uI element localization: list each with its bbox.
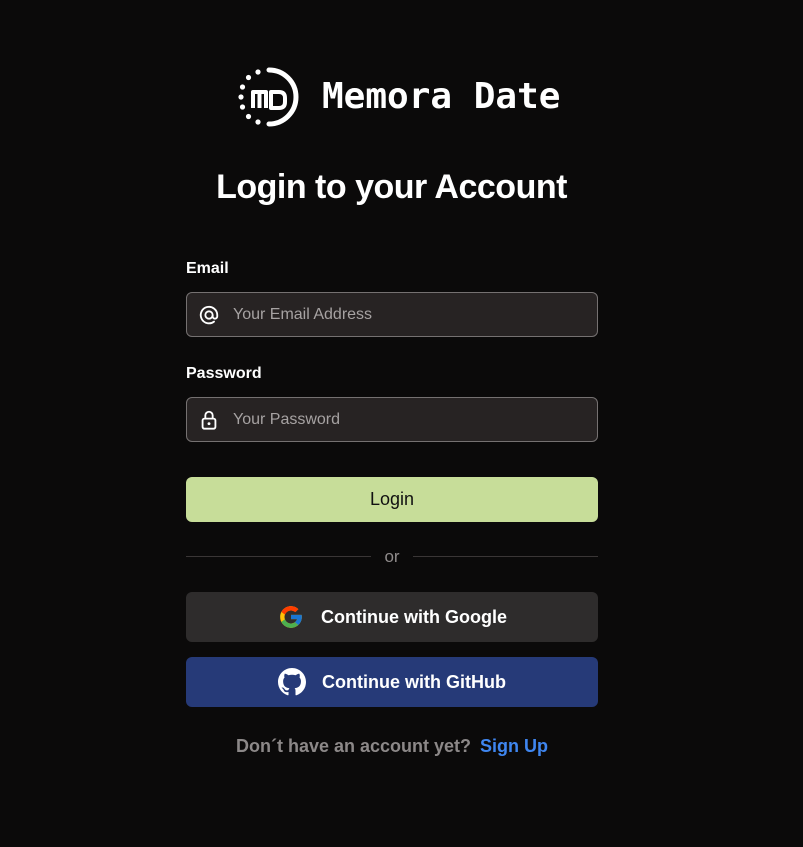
brand-header: Memora Date <box>238 66 560 128</box>
divider-text: or <box>384 547 400 566</box>
password-input[interactable] <box>233 399 597 440</box>
divider-line-right <box>413 556 598 557</box>
github-button-label: Continue with GitHub <box>322 671 506 692</box>
github-icon <box>278 668 307 696</box>
sign-up-link[interactable]: Sign Up <box>480 736 548 756</box>
at-sign-icon <box>198 304 220 326</box>
brand-name: Memora Date <box>322 76 561 117</box>
login-page: Memora Date Login to your Account Email … <box>0 0 803 847</box>
md-logo-icon <box>238 67 299 127</box>
google-button-label: Continue with Google <box>321 606 507 627</box>
email-field-container <box>186 292 598 337</box>
google-icon <box>277 603 305 631</box>
signup-prompt: Don´t have an account yet? Sign Up <box>186 736 598 757</box>
page-title: Login to your Account <box>216 168 567 206</box>
continue-with-github-button[interactable]: Continue with GitHub <box>186 657 598 707</box>
or-divider: or <box>186 546 598 568</box>
email-label: Email <box>186 260 229 277</box>
signup-prompt-text: Don´t have an account yet? <box>235 736 472 756</box>
lock-icon <box>198 409 220 431</box>
password-field-container <box>186 397 598 442</box>
login-button[interactable]: Login <box>186 477 598 522</box>
continue-with-google-button[interactable]: Continue with Google <box>186 592 598 642</box>
password-label: Password <box>186 365 262 382</box>
email-input[interactable] <box>233 294 597 335</box>
